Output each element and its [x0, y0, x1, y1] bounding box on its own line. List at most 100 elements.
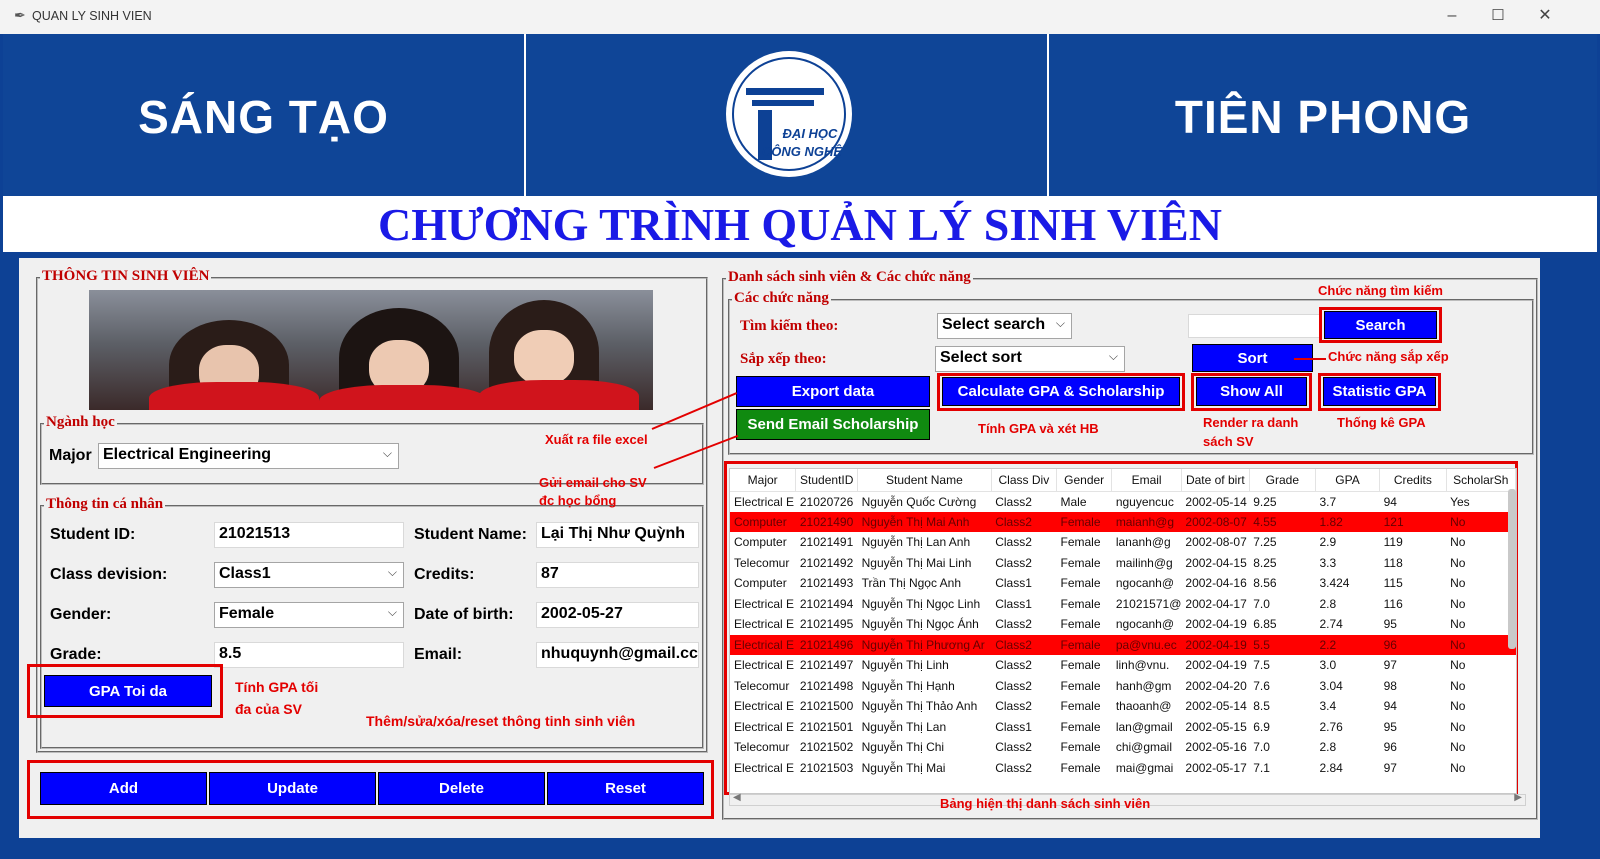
export-note: Xuất ra file excel	[545, 432, 648, 447]
scroll-left-icon[interactable]: ◀	[733, 792, 741, 803]
table-row[interactable]: Electrical E 21021496 Nguyễn Thị Phương Ar…	[730, 634, 1516, 655]
close-icon[interactable]: ✕	[1535, 6, 1555, 26]
table-cell: 2.76	[1319, 719, 1343, 734]
column-header[interactable]: Credits	[1379, 469, 1447, 492]
show-all-button[interactable]: Show All	[1196, 377, 1307, 406]
banner-right: TIÊN PHONG	[1049, 34, 1597, 196]
table-row[interactable]: Electrical E 21021497 Nguyễn Thị Linh Class…	[730, 655, 1516, 676]
major-select-value: Electrical Engineering	[103, 446, 272, 463]
table-cell: 119	[1383, 535, 1403, 550]
student-table[interactable]: Major StudentID Student Name Class Div Gende…	[729, 468, 1517, 794]
table-cell: 21021494	[799, 596, 854, 611]
column-header[interactable]: StudentID	[795, 469, 859, 492]
student-id-input[interactable]: 21021513	[214, 522, 404, 548]
maximize-icon[interactable]: ☐	[1488, 6, 1508, 26]
table-cell: 21021491	[799, 535, 854, 550]
table-cell: No	[1446, 634, 1516, 655]
table-cell: No	[1446, 511, 1516, 532]
student-id-label: Student ID:	[50, 526, 136, 543]
gpa-max-button[interactable]: GPA Toi da	[44, 675, 212, 707]
column-header[interactable]: Class Div	[991, 469, 1058, 492]
table-cell: Female	[1060, 658, 1101, 673]
search-button[interactable]: Search	[1324, 311, 1437, 339]
table-cell: Class2	[995, 699, 1032, 714]
column-header[interactable]: Grade	[1249, 469, 1316, 492]
table-cell: maianh@g	[1111, 511, 1182, 532]
table-row[interactable]: Electrical E 21021501 Nguyễn Thị Lan Class1…	[730, 717, 1516, 738]
search-select-value: Select search	[942, 316, 1046, 333]
column-header[interactable]: Date of birt	[1181, 469, 1250, 492]
table-row[interactable]: Computer 21021490 Nguyễn Thị Mai Anh Class2…	[730, 511, 1516, 532]
delete-button[interactable]: Delete	[378, 772, 545, 805]
personal-info-legend: Thông tin cá nhân	[44, 496, 166, 513]
table-cell: Female	[1056, 634, 1112, 655]
column-header[interactable]: ScholarSh	[1446, 469, 1516, 492]
column-header[interactable]: Major	[730, 469, 797, 492]
column-header[interactable]: Gender	[1056, 469, 1113, 492]
search-select[interactable]: Select search ⌵	[937, 313, 1072, 339]
column-header[interactable]: GPA	[1315, 469, 1381, 492]
dob-input[interactable]: 2002-05-27	[536, 602, 699, 628]
credits-input[interactable]: 87	[536, 562, 699, 588]
table-row[interactable]: Telecomur 21021502 Nguyễn Thị Chi Class2 Fem…	[730, 737, 1516, 758]
calc-note: Tính GPA và xét HB	[978, 421, 1099, 436]
column-header[interactable]: Student Name	[857, 469, 992, 492]
table-row[interactable]: Electrical E 21021494 Nguyễn Thị Ngọc Linh…	[730, 594, 1516, 615]
table-cell: Female	[1060, 596, 1101, 611]
table-cell: linh@vnu.	[1115, 658, 1170, 673]
stat-note: Thống kê GPA	[1337, 415, 1426, 430]
update-button[interactable]: Update	[209, 772, 376, 805]
email-note-line2: đc học bổng	[539, 493, 617, 508]
scroll-right-icon[interactable]: ▶	[1514, 792, 1522, 803]
sort-select[interactable]: Select sort ⌵	[935, 346, 1125, 372]
table-cell: 96	[1379, 634, 1447, 655]
student-name-input[interactable]: Lại Thị Như Quỳnh	[536, 522, 699, 548]
table-cell: 8.5	[1253, 699, 1270, 714]
table-cell: hanh@gm	[1115, 678, 1172, 693]
table-cell: Electrical E	[734, 719, 795, 734]
credits-label: Credits:	[414, 566, 475, 583]
search-input[interactable]	[1188, 314, 1320, 338]
export-button[interactable]: Export data	[736, 376, 930, 407]
table-row[interactable]: Telecomur 21021498 Nguyễn Thị Hạnh Class2 Fe…	[730, 676, 1516, 697]
search-note: Chức năng tìm kiếm	[1318, 283, 1443, 298]
column-header[interactable]: Email	[1111, 469, 1182, 492]
table-cell: Telecomur	[734, 555, 790, 570]
minimize-icon[interactable]: –	[1442, 6, 1462, 26]
table-row[interactable]: Computer 21021491 Nguyễn Thị Lan Anh Class2…	[730, 532, 1516, 553]
table-cell: Male	[1060, 494, 1087, 509]
gender-select[interactable]: Female ⌵	[214, 602, 404, 628]
table-row[interactable]: Electrical E 21020726 Nguyễn Quốc Cường Cla…	[730, 491, 1516, 512]
table-cell: Nguyễn Thị Mai Anh	[857, 511, 992, 532]
table-row[interactable]: Telecomur 21021492 Nguyễn Thị Mai Linh Clas…	[730, 553, 1516, 574]
table-row[interactable]: Electrical E 21021500 Nguyễn Thị Thảo Anh C…	[730, 696, 1516, 717]
table-row[interactable]: Electrical E 21021503 Nguyễn Thị Mai Class2…	[730, 758, 1516, 779]
table-cell: 2.8	[1319, 596, 1337, 611]
table-cell: Class1	[995, 576, 1032, 591]
table-cell: 3.424	[1319, 576, 1350, 591]
send-email-button[interactable]: Send Email Scholarship	[736, 409, 930, 440]
gpa-max-note-line2: đa của SV	[235, 701, 302, 717]
major-select[interactable]: Electrical Engineering ⌵	[98, 443, 399, 469]
calculate-gpa-button[interactable]: Calculate GPA & Scholarship	[942, 377, 1180, 406]
gender-label: Gender:	[50, 606, 112, 623]
table-row[interactable]: Computer 21021493 Trần Thị Ngọc Anh Class1 F…	[730, 573, 1516, 594]
table-cell: Electrical E	[734, 658, 795, 673]
vertical-scrollbar[interactable]	[1508, 489, 1516, 649]
window-title: QUAN LY SINH VIEN	[32, 9, 152, 23]
add-button[interactable]: Add	[40, 772, 207, 805]
table-cell: thaoanh@	[1115, 699, 1172, 714]
table-cell: 21021497	[799, 658, 854, 673]
table-row[interactable]: Electrical E 21021495 Nguyễn Thị Ngọc Ánh C…	[730, 614, 1516, 635]
email-input[interactable]: nhuquynh@gmail.cc	[536, 642, 699, 668]
table-cell: 2002-05-17	[1185, 760, 1247, 775]
table-cell: 2002-04-19	[1181, 634, 1250, 655]
table-cell: 21020726	[799, 494, 854, 509]
grade-input[interactable]: 8.5	[214, 642, 404, 668]
table-cell: Trần Thị Ngọc Anh	[861, 576, 961, 591]
table-cell: Electrical E	[734, 617, 795, 632]
chevron-down-icon: ⌵	[387, 565, 397, 579]
statistic-gpa-button[interactable]: Statistic GPA	[1323, 377, 1436, 406]
reset-button[interactable]: Reset	[547, 772, 704, 805]
class-select[interactable]: Class1 ⌵	[214, 562, 404, 588]
